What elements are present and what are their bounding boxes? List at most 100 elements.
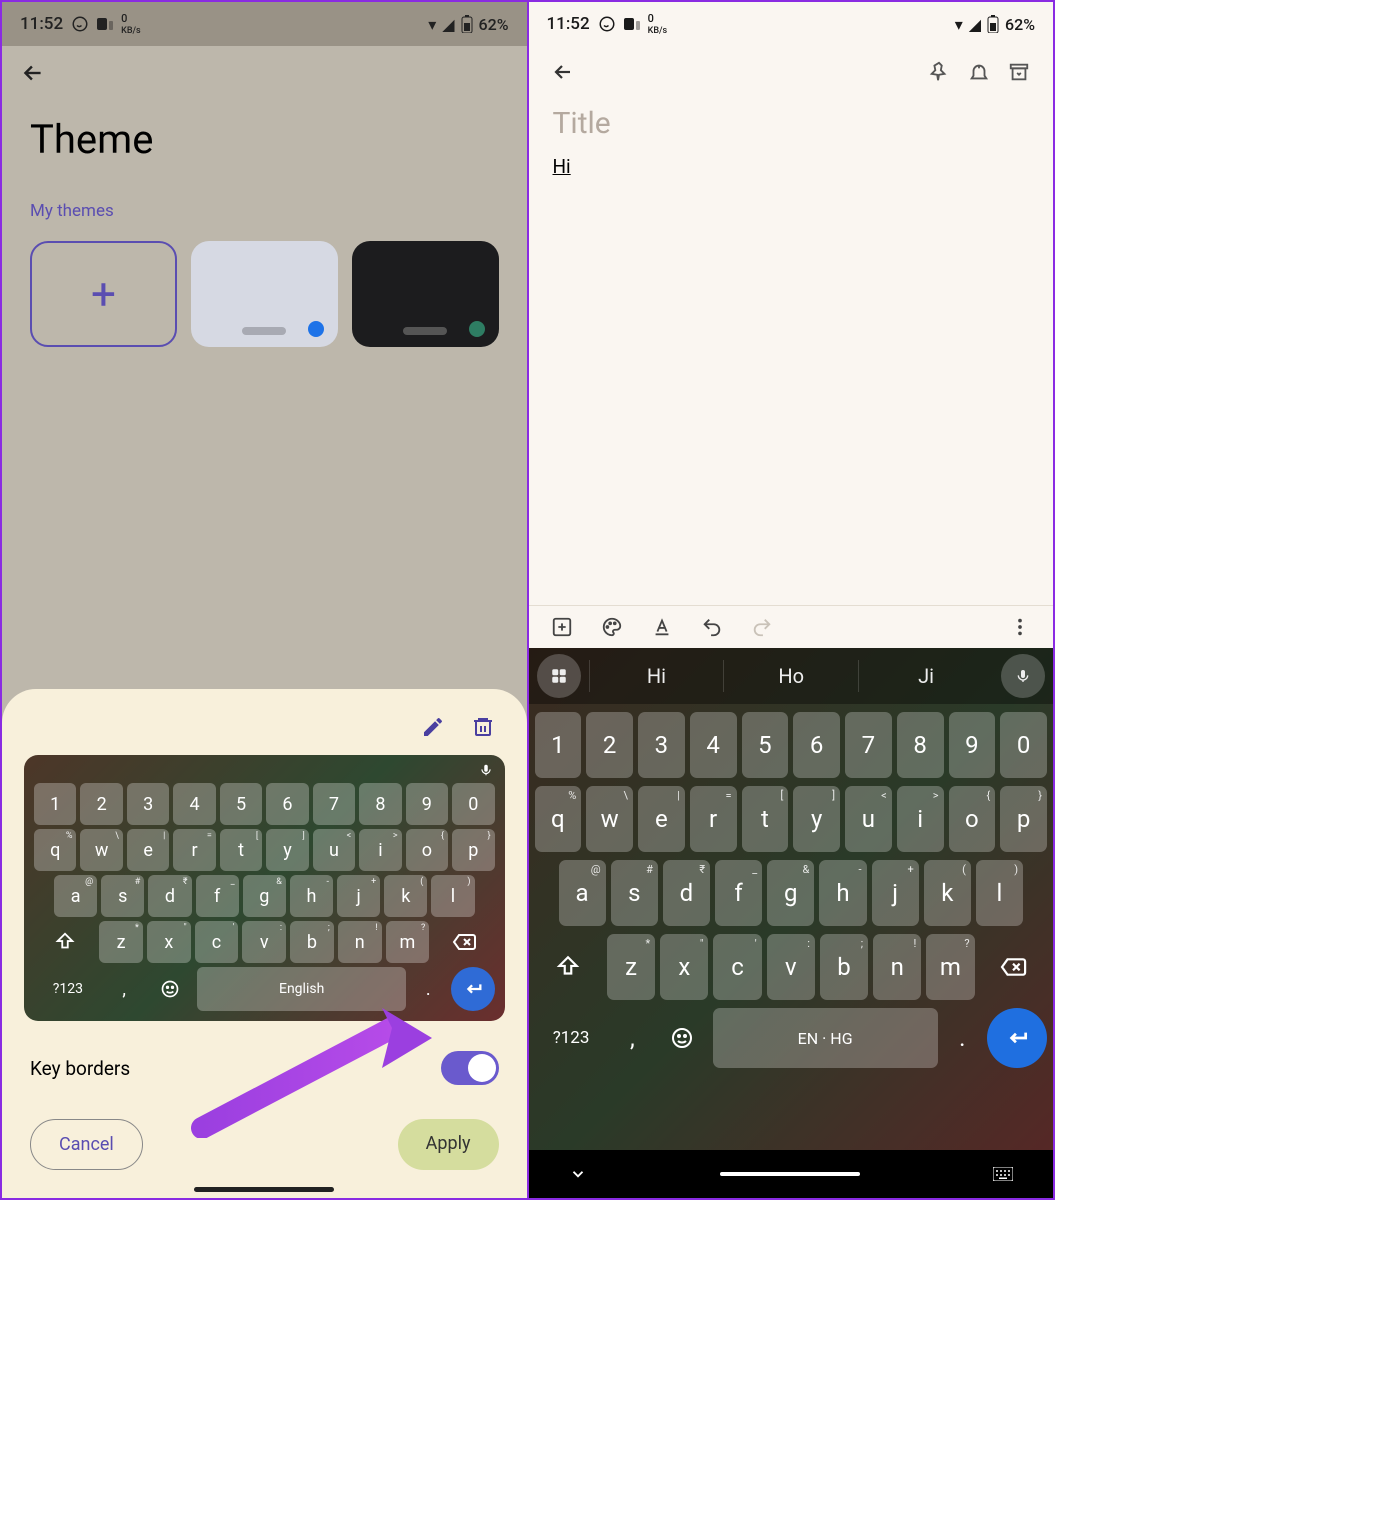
key-2[interactable]: 2 [586, 712, 633, 778]
key-l[interactable]: l) [431, 875, 474, 917]
add-icon[interactable] [551, 616, 573, 638]
key-u[interactable]: u< [845, 786, 892, 852]
key-2[interactable]: 2 [80, 783, 122, 825]
key-q[interactable]: q% [535, 786, 582, 852]
enter-key[interactable] [451, 967, 495, 1011]
key-3[interactable]: 3 [127, 783, 169, 825]
key-g[interactable]: g& [243, 875, 286, 917]
key-m[interactable]: m? [926, 934, 974, 1000]
text-format-icon[interactable] [651, 616, 673, 638]
keyboard-switch-icon[interactable] [993, 1167, 1013, 1181]
key-9[interactable]: 9 [949, 712, 996, 778]
cancel-button[interactable]: Cancel [30, 1119, 143, 1170]
shift-key[interactable] [535, 934, 603, 1000]
key-v[interactable]: v: [242, 921, 286, 963]
comma-key[interactable]: , [613, 1008, 652, 1068]
suggestion-2[interactable]: Ho [723, 660, 858, 692]
key-j[interactable]: j+ [872, 860, 919, 926]
key-n[interactable]: n! [338, 921, 382, 963]
key-7[interactable]: 7 [313, 783, 355, 825]
suggestion-1[interactable]: Hi [589, 660, 724, 692]
key-1[interactable]: 1 [535, 712, 582, 778]
nav-collapse-icon[interactable] [569, 1165, 587, 1183]
backspace-key[interactable] [433, 921, 494, 963]
key-z[interactable]: z* [99, 921, 143, 963]
symbols-key[interactable]: ?123 [34, 967, 102, 1011]
note-body[interactable]: Hi [553, 155, 1030, 178]
key-z[interactable]: z* [607, 934, 655, 1000]
symbols-key[interactable]: ?123 [535, 1008, 608, 1068]
key-e[interactable]: e| [127, 829, 169, 871]
key-b[interactable]: b; [290, 921, 334, 963]
space-key[interactable]: EN · HG [713, 1008, 938, 1068]
back-icon[interactable] [549, 58, 577, 86]
delete-icon[interactable] [471, 715, 495, 739]
key-l[interactable]: l) [976, 860, 1023, 926]
key-k[interactable]: k( [924, 860, 971, 926]
key-s[interactable]: s# [101, 875, 144, 917]
key-4[interactable]: 4 [173, 783, 215, 825]
key-o[interactable]: o{ [949, 786, 996, 852]
key-j[interactable]: j+ [337, 875, 380, 917]
key-borders-toggle[interactable] [441, 1051, 499, 1085]
theme-add-button[interactable]: + [30, 241, 177, 347]
more-icon[interactable] [1009, 616, 1031, 638]
key-t[interactable]: t[ [742, 786, 789, 852]
key-1[interactable]: 1 [34, 783, 76, 825]
key-y[interactable]: y] [266, 829, 308, 871]
backspace-key[interactable] [980, 934, 1048, 1000]
comma-key[interactable]: , [106, 967, 143, 1011]
key-s[interactable]: s# [611, 860, 658, 926]
key-i[interactable]: i> [359, 829, 401, 871]
key-c[interactable]: c' [713, 934, 761, 1000]
key-p[interactable]: p} [1000, 786, 1047, 852]
key-p[interactable]: p} [452, 829, 494, 871]
key-o[interactable]: o{ [406, 829, 448, 871]
key-y[interactable]: y] [793, 786, 840, 852]
key-3[interactable]: 3 [638, 712, 685, 778]
key-q[interactable]: q% [34, 829, 76, 871]
key-a[interactable]: a@ [54, 875, 97, 917]
key-m[interactable]: m? [386, 921, 430, 963]
key-k[interactable]: k( [384, 875, 427, 917]
key-a[interactable]: a@ [559, 860, 606, 926]
apps-icon[interactable] [537, 654, 581, 698]
key-0[interactable]: 0 [1000, 712, 1047, 778]
emoji-key[interactable] [657, 1008, 708, 1068]
key-n[interactable]: n! [873, 934, 921, 1000]
key-d[interactable]: d₹ [663, 860, 710, 926]
key-6[interactable]: 6 [793, 712, 840, 778]
key-f[interactable]: f_ [715, 860, 762, 926]
key-8[interactable]: 8 [359, 783, 401, 825]
archive-icon[interactable] [1005, 58, 1033, 86]
key-h[interactable]: h- [290, 875, 333, 917]
key-f[interactable]: f_ [196, 875, 239, 917]
key-0[interactable]: 0 [452, 783, 494, 825]
key-i[interactable]: i> [897, 786, 944, 852]
key-d[interactable]: d₹ [148, 875, 191, 917]
key-4[interactable]: 4 [690, 712, 737, 778]
key-w[interactable]: w\ [80, 829, 122, 871]
back-icon[interactable] [20, 60, 509, 86]
theme-dark[interactable] [352, 241, 499, 347]
key-5[interactable]: 5 [742, 712, 789, 778]
key-x[interactable]: x" [147, 921, 191, 963]
key-r[interactable]: r= [173, 829, 215, 871]
shift-key[interactable] [34, 921, 95, 963]
key-9[interactable]: 9 [406, 783, 448, 825]
undo-icon[interactable] [701, 616, 723, 638]
reminder-icon[interactable] [965, 58, 993, 86]
enter-key[interactable] [987, 1008, 1047, 1068]
key-7[interactable]: 7 [845, 712, 892, 778]
key-x[interactable]: x" [660, 934, 708, 1000]
nav-pill[interactable] [720, 1172, 860, 1176]
key-g[interactable]: g& [767, 860, 814, 926]
key-c[interactable]: c' [195, 921, 239, 963]
key-e[interactable]: e| [638, 786, 685, 852]
key-6[interactable]: 6 [266, 783, 308, 825]
key-w[interactable]: w\ [586, 786, 633, 852]
mic-icon[interactable] [1001, 654, 1045, 698]
theme-light[interactable] [191, 241, 338, 347]
key-5[interactable]: 5 [220, 783, 262, 825]
nav-pill[interactable] [194, 1187, 334, 1192]
